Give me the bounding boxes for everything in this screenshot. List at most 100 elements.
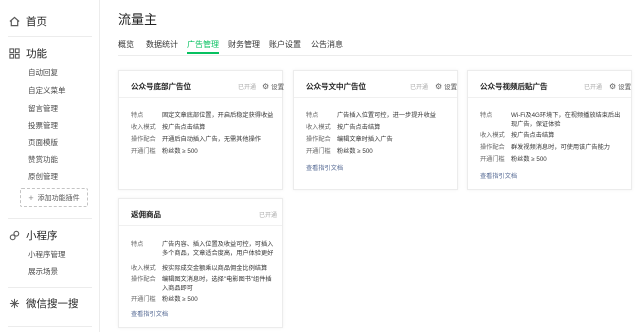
sidebar-item-display-scene[interactable]: 展示场景: [28, 266, 58, 277]
tab-overview[interactable]: 概览: [118, 38, 134, 52]
card-row: 收入模式 按实际成交金额乘以商品佣金比例结算: [131, 264, 274, 273]
guide-doc-link[interactable]: 查看指引文档: [131, 309, 168, 318]
row-key: 收入模式: [131, 265, 156, 272]
sidebar-item-home[interactable]: 首页: [8, 13, 47, 29]
row-value: 粉丝数 ≥ 500: [337, 148, 373, 155]
ad-card-bottom: 公众号底部广告位 已开通 ⚙ 设置 特点 固定文章底部位置，开启后稳定获得收益 收入…: [118, 70, 284, 190]
settings-label: 设置: [271, 84, 285, 91]
row-value: Wi-Fi及4G环境下，在视频播放结束后出现广告，保证体验: [511, 112, 621, 128]
sparkle-icon: [8, 297, 20, 309]
add-plugin-button[interactable]: + 添加功能插件: [20, 188, 88, 207]
sidebar-item-page-template[interactable]: 页面模版: [28, 137, 58, 148]
row-key: 操作配合: [306, 136, 331, 143]
row-key: 开通门槛: [131, 296, 156, 303]
row-key: 特点: [131, 241, 144, 248]
row-key: 操作配合: [480, 144, 505, 151]
grid-icon: [8, 47, 20, 59]
row-key: 开通门槛: [131, 148, 156, 155]
card-divider: [119, 225, 282, 226]
page-title: 流量主: [118, 12, 158, 27]
row-value: 按广告点击结算: [162, 124, 206, 131]
row-value: 广告内容、插入位置及收益可控，可插入多个商品，文章适合度高，用户体验更好: [162, 241, 274, 257]
card-title: 公众号文中广告位: [306, 82, 366, 91]
sidebar-section-miniprogram[interactable]: 小程序: [8, 227, 58, 243]
sidebar: 首页 功能 自动回复 自定义菜单 留言管理 投票管理 页面模版 赞赏功能 原创管…: [0, 0, 100, 332]
row-value: 固定文章底部位置，开启后稳定获得收益: [162, 112, 274, 119]
sidebar-section-label: 功能: [26, 47, 47, 60]
row-key: 特点: [480, 112, 493, 119]
guide-doc-link[interactable]: 查看指引文档: [480, 171, 517, 180]
card-row: 开通门槛 粉丝数 ≥ 500: [131, 295, 274, 304]
row-key: 收入模式: [131, 124, 156, 131]
card-row: 操作配合 开通后自动插入广告，无需其他操作: [131, 135, 274, 144]
sidebar-item-custom-menu[interactable]: 自定义菜单: [28, 85, 66, 96]
settings-label: 设置: [618, 84, 632, 91]
sidebar-section-features[interactable]: 功能: [8, 45, 47, 61]
sidebar-divider: [8, 326, 92, 327]
row-value: 按实际成交金额乘以商品佣金比例结算: [162, 265, 268, 272]
row-value: 粉丝数 ≥ 500: [162, 148, 198, 155]
home-icon: [8, 15, 20, 27]
settings-button[interactable]: ⚙ 设置: [609, 81, 631, 91]
plus-icon: +: [28, 192, 34, 203]
sidebar-item-miniprogram-manage[interactable]: 小程序管理: [28, 249, 66, 260]
sidebar-item-comments[interactable]: 留言管理: [28, 103, 58, 114]
ad-card-in-article: 公众号文中广告位 已开通 ⚙ 设置 特点 广告插入位置可控，进一步提升收益 收入模式…: [293, 70, 458, 190]
card-row: 开通门槛 粉丝数 ≥ 500: [306, 147, 449, 156]
row-value: 粉丝数 ≥ 500: [162, 296, 198, 303]
row-value: 编辑文章时插入广告: [337, 136, 393, 143]
sidebar-section-label: 小程序: [26, 229, 58, 242]
settings-button[interactable]: ⚙ 设置: [435, 81, 457, 91]
tab-finance[interactable]: 财务管理: [228, 38, 260, 52]
card-row: 开通门槛 粉丝数 ≥ 500: [131, 147, 274, 156]
sidebar-section-label: 微信搜一搜: [26, 297, 79, 310]
row-value: 编辑图文消息时，选择"电影图书"组件插入商品即可: [162, 276, 272, 292]
tab-divider: [118, 55, 632, 56]
card-row: 操作配合 编辑文章时插入广告: [306, 135, 449, 144]
row-key: 操作配合: [131, 136, 156, 143]
sidebar-divider: [8, 36, 92, 37]
card-divider: [468, 97, 631, 98]
row-key: 收入模式: [306, 124, 331, 131]
card-title: 返佣商品: [131, 210, 161, 219]
card-title: 公众号底部广告位: [131, 82, 191, 91]
gear-icon: ⚙: [435, 82, 443, 91]
tab-account-settings[interactable]: 账户设置: [269, 38, 301, 52]
row-key: 开通门槛: [306, 148, 331, 155]
card-row: 特点 固定文章底部位置，开启后稳定获得收益: [131, 111, 274, 120]
card-row: 操作配合 编辑图文消息时，选择"电影图书"组件插入商品即可: [131, 275, 274, 293]
card-row: 收入模式 按广告点击结算: [480, 131, 623, 140]
sidebar-item-vote[interactable]: 投票管理: [28, 120, 58, 131]
commission-goods-card: 返佣商品 已开通 特点 广告内容、插入位置及收益可控，可插入多个商品，文章适合度高…: [118, 198, 283, 328]
sidebar-item-label: 首页: [26, 15, 47, 28]
card-row: 特点 广告插入位置可控，进一步提升收益: [306, 111, 449, 120]
sidebar-divider: [8, 287, 92, 288]
card-row: 收入模式 按广告点击结算: [131, 123, 274, 132]
sidebar-item-reward[interactable]: 赞赏功能: [28, 154, 58, 165]
card-row: 操作配合 群发视频消息时，可使用该广告能力: [480, 143, 623, 152]
card-divider: [119, 97, 282, 98]
sidebar-item-original[interactable]: 原创管理: [28, 171, 58, 182]
active-tab-indicator: [187, 52, 219, 54]
guide-doc-link[interactable]: 查看指引文档: [306, 163, 343, 172]
tab-ad-management[interactable]: 广告管理: [187, 38, 219, 52]
row-value: 群发视频消息时，可使用该广告能力: [511, 144, 610, 151]
sidebar-section-search[interactable]: 微信搜一搜: [8, 295, 79, 311]
card-title: 公众号视频后贴广告: [480, 82, 548, 91]
row-value: 开通后自动插入广告，无需其他操作: [162, 136, 261, 143]
sidebar-item-auto-reply[interactable]: 自动回复: [28, 67, 58, 78]
row-key: 特点: [131, 112, 144, 119]
settings-button[interactable]: ⚙ 设置: [262, 81, 284, 91]
tab-announcements[interactable]: 公告消息: [311, 38, 343, 52]
status-badge: 已开通: [410, 85, 429, 91]
card-row: 收入模式 按广告点击结算: [306, 123, 449, 132]
card-row: 特点 广告内容、插入位置及收益可控，可插入多个商品，文章适合度高，用户体验更好: [131, 240, 274, 267]
gear-icon: ⚙: [609, 82, 617, 91]
card-divider: [294, 97, 457, 98]
add-plugin-label: 添加功能插件: [37, 194, 80, 202]
card-row: 开通门槛 粉丝数 ≥ 500: [480, 155, 623, 164]
row-value: 广告插入位置可控，进一步提升收益: [337, 112, 436, 119]
row-value: 按广告点击结算: [511, 132, 555, 139]
tab-statistics[interactable]: 数据统计: [146, 38, 178, 52]
status-badge: 已开通: [259, 213, 278, 219]
